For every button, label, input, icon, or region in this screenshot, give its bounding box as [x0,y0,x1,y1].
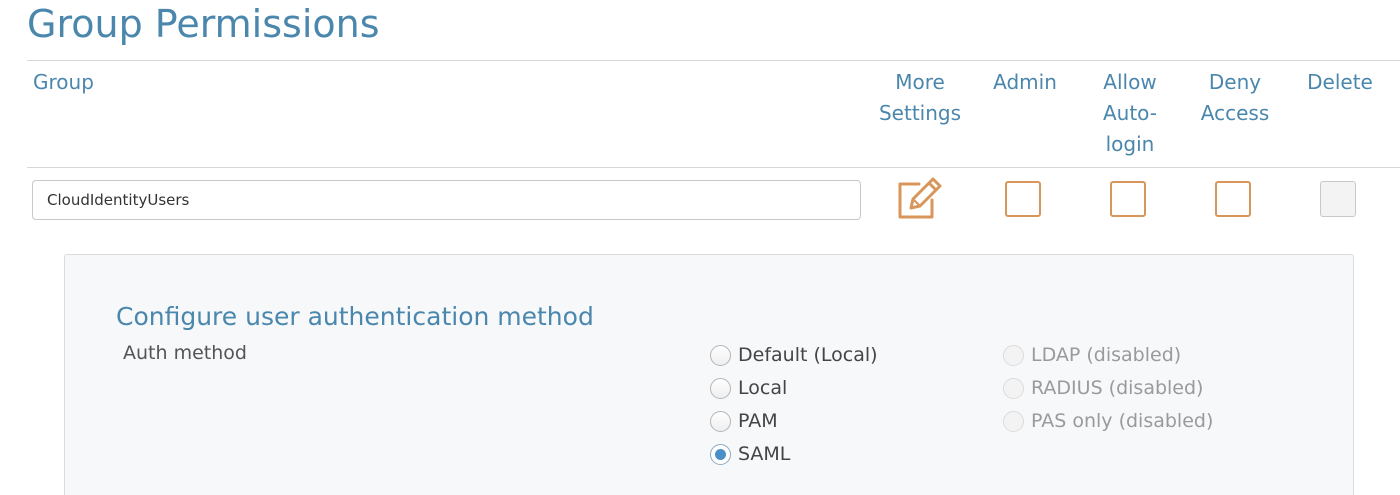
radio-label: RADIUS (disabled) [1031,377,1204,399]
delete-checkbox [1320,181,1356,217]
radio-circle[interactable] [710,344,731,366]
column-header-delete: Delete [1307,70,1373,94]
radio-circle [1003,344,1024,366]
radio-label: SAML [738,443,791,465]
page-title: Group Permissions [27,2,380,46]
column-header-admin: Admin [993,70,1057,94]
deny-access-checkbox[interactable] [1215,181,1251,217]
radio-label: Default (Local) [738,344,878,366]
admin-checkbox[interactable] [1005,181,1041,217]
radio-circle[interactable] [710,410,731,432]
header-divider [27,167,1400,168]
auth-panel-title: Configure user authentication method [116,302,594,331]
allow-autologin-checkbox[interactable] [1110,181,1146,217]
column-header-more-settings-line-1: More [895,70,945,94]
radio-radius-disabled: RADIUS (disabled) [1003,373,1203,403]
radio-label: LDAP (disabled) [1031,344,1182,366]
edit-pencil-icon [898,177,942,219]
radio-ldap-disabled: LDAP (disabled) [1003,340,1181,370]
radio-label: PAM [738,410,778,432]
column-header-group: Group [33,70,94,94]
more-settings-edit-button[interactable] [895,175,945,221]
radio-local[interactable]: Local [710,373,787,403]
radio-pam[interactable]: PAM [710,406,778,436]
column-header-more-settings: More Settings [870,67,970,129]
radio-default-local[interactable]: Default (Local) [710,340,878,370]
radio-label: PAS only (disabled) [1031,410,1214,432]
column-header-deny-access-line-1: Deny [1208,70,1262,94]
radio-pas-only-disabled: PAS only (disabled) [1003,406,1213,436]
radio-circle [1003,377,1024,399]
radio-label: Local [738,377,788,399]
group-name-input[interactable] [32,180,861,220]
group-permissions-page: Group Permissions Group More Settings Ad… [0,0,1400,495]
column-header-allow-autologin-line-3: login [1105,132,1155,156]
title-divider [27,60,1400,61]
radio-circle[interactable] [710,377,731,399]
column-header-allow-autologin: Allow Auto- login [1085,67,1175,160]
column-header-allow-autologin-line-2: Auto- [1102,101,1158,125]
column-header-deny-access: Deny Access [1190,67,1280,129]
column-header-deny-access-line-2: Access [1200,101,1270,125]
column-header-allow-autologin-line-1: Allow [1103,70,1157,94]
column-header-more-settings-line-2: Settings [878,101,962,125]
auth-method-label: Auth method [123,342,247,364]
radio-circle-selected[interactable] [710,443,731,465]
radio-circle [1003,410,1024,432]
radio-saml[interactable]: SAML [710,439,790,469]
